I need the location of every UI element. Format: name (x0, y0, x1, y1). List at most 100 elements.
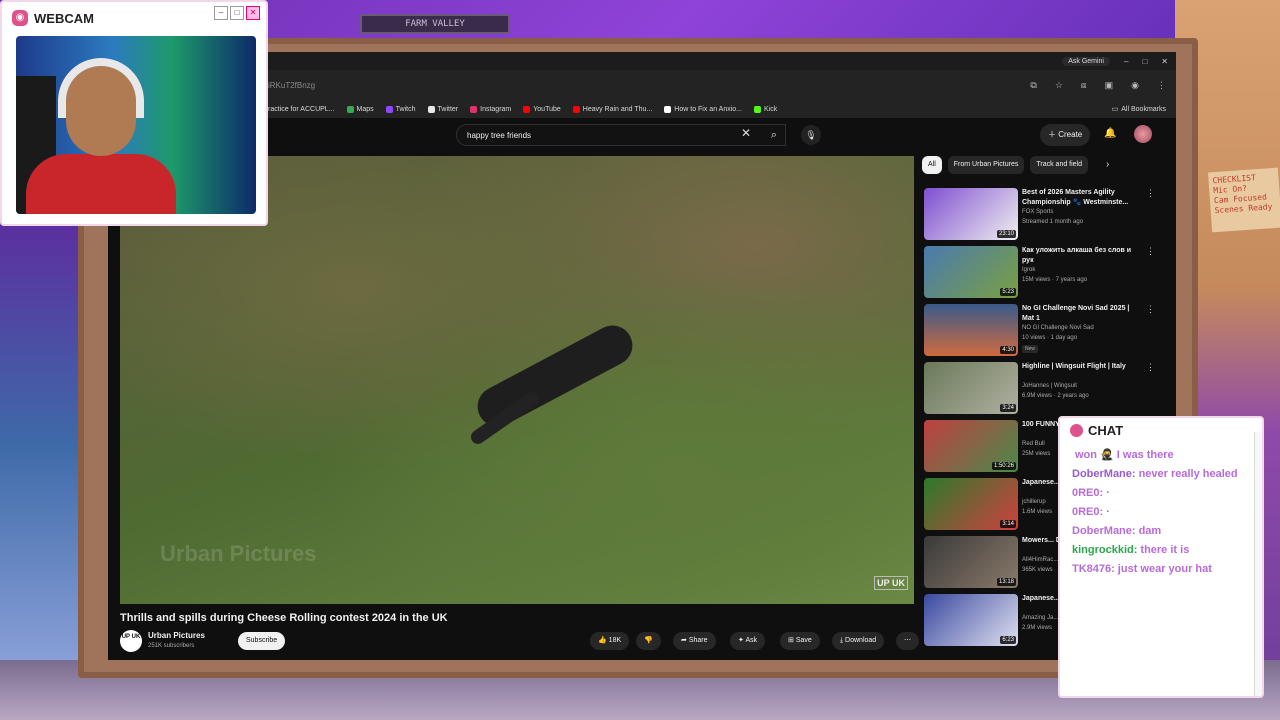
video-thumbnail[interactable]: 5:23 (924, 246, 1018, 298)
browser-window: Ask Gemini – □ ✕ iRKuT2fBnzg ⧉ ☆ ⧈ ▣ ◉ ⋮… (108, 52, 1176, 660)
bookmark-item[interactable]: Instagram (470, 105, 511, 113)
filter-chips: All From Urban Pictures Track and field … (922, 156, 1109, 174)
twitch-icon (385, 105, 393, 113)
minimize-icon[interactable]: – (1124, 57, 1128, 66)
video-thumbnail[interactable]: 13:18 (924, 536, 1018, 588)
chat-message: kingrockkid: there it is (1072, 544, 1190, 556)
bookmarks-bar: ractice for ACCUPL... Maps Twitch Twitte… (108, 100, 1176, 118)
bookmark-item[interactable]: Heavy Rain and Thu... (572, 105, 652, 113)
more-vert-icon[interactable]: ⋮ (1146, 188, 1155, 199)
ask-button[interactable]: ✦ Ask (730, 632, 766, 650)
close-icon[interactable]: ✕ (1161, 57, 1168, 66)
maximize-icon: □ (230, 6, 244, 20)
address-bar[interactable]: iRKuT2fBnzg ⧉ ☆ ⧈ ▣ ◉ ⋮ (108, 70, 1176, 100)
subscribe-button[interactable]: Subscribe (238, 632, 286, 650)
clear-search-icon[interactable]: ✕ (741, 126, 751, 140)
webcam-title: WEBCAM (34, 10, 94, 26)
room-wall-left (0, 225, 80, 665)
channel-logo-overlay: UP UK (874, 576, 908, 590)
all-bookmarks[interactable]: ▭ All Bookmarks (1112, 105, 1176, 114)
channel-row: UP UK Urban Pictures 251K subscribers Su… (120, 630, 920, 656)
rec-title[interactable]: Highline | Wingsuit Flight | Italy (1022, 362, 1142, 372)
more-vert-icon[interactable]: ⋮ (1146, 246, 1155, 257)
tab-search-icon[interactable]: ▣ (1105, 80, 1114, 91)
more-vert-icon[interactable]: ⋮ (1146, 304, 1155, 315)
chip-track-and-field[interactable]: Track and field (1030, 156, 1089, 174)
youtube-icon (572, 105, 580, 113)
video-thumbnail[interactable]: 23:10 (924, 188, 1018, 240)
extension-icon[interactable]: ⧈ (1081, 80, 1087, 91)
maximize-icon[interactable]: □ (1142, 57, 1147, 66)
rec-title[interactable]: Как уложить алкаша без слов и рук (1022, 246, 1142, 266)
download-button[interactable]: ⤓ Download (832, 632, 885, 650)
kick-icon (754, 105, 761, 113)
rec-title[interactable]: Best of 2026 Masters Agility Championshi… (1022, 188, 1142, 208)
more-actions-button[interactable]: ⋯ (896, 632, 919, 650)
chat-message: DoberMane: dam (1072, 525, 1162, 537)
menu-icon[interactable]: ⋮ (1157, 80, 1166, 91)
rec-channel: Red Bull (1022, 441, 1045, 447)
chat-message: TK8476: just wear your hat (1072, 563, 1212, 575)
video-thumbnail[interactable]: 1:50:26 (924, 420, 1018, 472)
rec-meta: 365K views (1022, 567, 1053, 573)
bookmark-icon (664, 105, 672, 113)
webcam-feed (16, 36, 256, 214)
share-button[interactable]: ➦ Share (673, 632, 716, 650)
recommendation-item[interactable]: 23:10 Best of 2026 Masters Agility Champ… (924, 188, 1164, 244)
bookmark-item[interactable]: Kick (754, 105, 777, 113)
recommendation-item[interactable]: 3:24 Highline | Wingsuit Flight | Italy … (924, 362, 1164, 418)
dislike-button[interactable]: 👎 (636, 632, 661, 650)
recommendation-item[interactable]: 4:30 No GI Challenge Novi Sad 2025 | Mat… (924, 304, 1164, 360)
rec-meta: 25M views (1022, 451, 1051, 457)
rec-channel: jchillerup (1022, 499, 1046, 505)
chevron-right-icon[interactable]: › (1094, 156, 1109, 174)
more-vert-icon[interactable]: ⋮ (1146, 362, 1155, 373)
video-thumbnail[interactable]: 3:24 (924, 362, 1018, 414)
search-input[interactable]: happy tree friends (456, 124, 786, 146)
mic-icon[interactable]: 🎙 (801, 125, 821, 145)
chat-overlay: CHAT won 🥷 I was there DoberMane: never r… (1058, 416, 1264, 698)
bookmark-item[interactable]: How to Fix an Anxio... (664, 105, 742, 113)
recommendation-item[interactable]: 5:23 Как уложить алкаша без слов и рук I… (924, 246, 1164, 302)
save-button[interactable]: ⊞ Save (780, 632, 820, 650)
bookmark-item[interactable]: Twitch (385, 105, 416, 113)
like-button[interactable]: 👍 18K (590, 632, 630, 650)
channel-name[interactable]: Urban Pictures (148, 631, 205, 640)
chat-scrollbar[interactable] (1254, 432, 1262, 696)
rec-meta: Streamed 1 month ago (1022, 219, 1084, 225)
toolbar-icons: ⧉ ☆ ⧈ ▣ ◉ ⋮ (1030, 80, 1166, 91)
bookmark-item[interactable]: Twitter (427, 105, 458, 113)
maps-icon (346, 105, 354, 113)
video-thumbnail[interactable]: 3:14 (924, 478, 1018, 530)
create-button[interactable]: ＋ Create (1040, 124, 1091, 146)
profile-icon[interactable]: ◉ (1131, 80, 1139, 91)
screenshot-icon[interactable]: ⧉ (1030, 80, 1036, 91)
star-icon[interactable]: ☆ (1055, 80, 1063, 91)
ask-gemini-button[interactable]: Ask Gemini (1062, 56, 1110, 66)
new-badge: New (1022, 345, 1039, 353)
bookmark-item[interactable]: ractice for ACCUPL... (258, 105, 335, 113)
bookmark-item[interactable]: YouTube (523, 105, 561, 113)
chat-message: won 🥷 I was there (1075, 449, 1174, 461)
channel-avatar[interactable]: UP UK (120, 630, 142, 652)
youtube-icon (523, 105, 531, 113)
search-icon[interactable]: ⌕ (762, 124, 786, 146)
rec-meta: 15M views · 7 years ago (1022, 277, 1088, 283)
chip-from-channel[interactable]: From Urban Pictures (947, 156, 1025, 174)
instagram-icon (470, 105, 478, 113)
rec-meta: 2.9M views (1022, 625, 1053, 631)
bookmark-item[interactable]: Maps (346, 105, 374, 113)
chat-messages: won 🥷 I was there DoberMane: never really… (1060, 442, 1262, 583)
account-avatar[interactable] (1134, 125, 1152, 143)
bell-icon[interactable]: 🔔 (1104, 128, 1116, 139)
subscriber-count: 251K subscribers (148, 643, 195, 649)
chip-all[interactable]: All (922, 156, 942, 174)
shelf-sign: FARM VALLEY (360, 14, 510, 34)
youtube-header: happy tree friends ✕ ⌕ 🎙 ＋ Create 🔔 (108, 118, 1176, 152)
checklist-note: CHECKLIST Mic On? Cam Focused Scenes Rea… (1207, 167, 1280, 233)
streamer-shirt (26, 154, 176, 214)
rec-meta: 1.6M views (1022, 509, 1053, 515)
video-thumbnail[interactable]: 4:30 (924, 304, 1018, 356)
rec-title[interactable]: No GI Challenge Novi Sad 2025 | Mat 1 (1022, 304, 1142, 324)
video-thumbnail[interactable]: 6:23 (924, 594, 1018, 646)
